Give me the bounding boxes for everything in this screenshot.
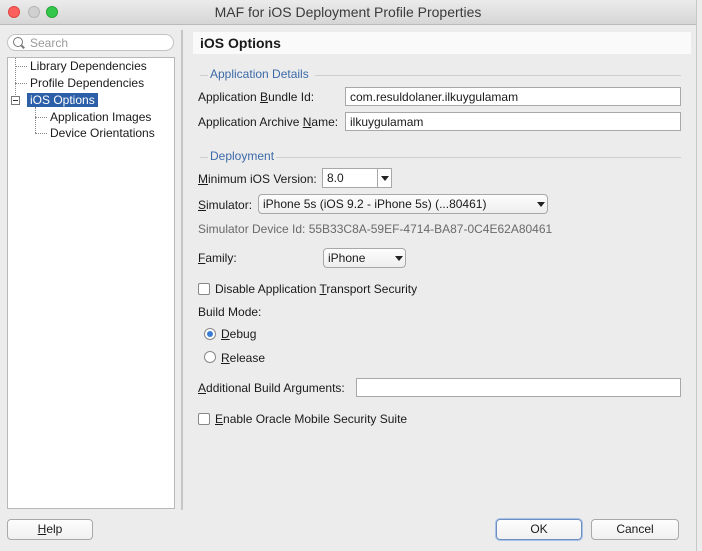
tree-connector: [15, 83, 27, 84]
disable-ats-label[interactable]: Disable Application Transport Security: [215, 282, 417, 296]
cancel-button[interactable]: Cancel: [591, 519, 679, 540]
section-rule: [200, 75, 208, 76]
section-rule: [276, 157, 681, 158]
tree-item-library-dependencies[interactable]: Library Dependencies: [30, 59, 147, 73]
search-icon: [13, 37, 23, 47]
tree-item-application-images[interactable]: Application Images: [50, 110, 151, 124]
section-heading-application-details: Application Details: [210, 67, 309, 81]
section-heading-deployment: Deployment: [210, 149, 275, 163]
panel-title: iOS Options: [193, 32, 691, 54]
simulator-device-id: Simulator Device Id: 55B33C8A-59EF-4714-…: [198, 222, 553, 236]
tree-connector: [15, 58, 16, 99]
release-label[interactable]: Release: [221, 351, 265, 365]
tree-connector: [35, 133, 47, 134]
search-input[interactable]: [30, 35, 170, 50]
min-ios-version-value: 8.0: [327, 171, 344, 185]
enable-omss-checkbox[interactable]: [198, 413, 210, 425]
navigation-tree: Library Dependencies Profile Dependencie…: [7, 57, 175, 509]
tree-connector: [35, 107, 36, 133]
tree-item-ios-options[interactable]: iOS Options: [27, 93, 98, 107]
disable-ats-checkbox[interactable]: [198, 283, 210, 295]
simulator-label: Simulator:: [198, 198, 253, 212]
min-ios-version-label: Minimum iOS Version:: [198, 172, 317, 186]
chevron-down-icon: [392, 249, 405, 267]
tree-item-device-orientations[interactable]: Device Orientations: [50, 126, 155, 140]
chevron-down-icon[interactable]: [377, 169, 391, 187]
title-bar: MAF for iOS Deployment Profile Propertie…: [0, 0, 696, 25]
help-button[interactable]: Help: [7, 519, 93, 540]
bundle-id-label: Application Bundle Id:: [198, 90, 315, 104]
simulator-value: iPhone 5s (iOS 9.2 - iPhone 5s) (...8046…: [263, 197, 487, 211]
family-label: Family:: [198, 251, 237, 265]
section-rule: [315, 75, 681, 76]
simulator-select[interactable]: iPhone 5s (iOS 9.2 - iPhone 5s) (...8046…: [258, 194, 548, 214]
archive-name-label: Application Archive Name:: [198, 115, 339, 129]
archive-name-field[interactable]: [345, 112, 681, 131]
search-box[interactable]: [7, 34, 174, 51]
collapse-toggle-icon[interactable]: [11, 96, 20, 105]
tree-connector: [15, 66, 27, 67]
debug-label[interactable]: Debug: [221, 327, 256, 341]
min-ios-version-combo[interactable]: 8.0: [322, 168, 392, 188]
debug-radio[interactable]: [204, 328, 216, 340]
bundle-id-field[interactable]: [345, 87, 681, 106]
ok-button[interactable]: OK: [496, 519, 582, 540]
section-rule: [200, 157, 208, 158]
tree-item-profile-dependencies[interactable]: Profile Dependencies: [30, 76, 144, 90]
window-title: MAF for iOS Deployment Profile Propertie…: [214, 4, 482, 20]
family-select[interactable]: iPhone: [323, 248, 406, 268]
chevron-down-icon: [534, 195, 547, 213]
enable-omss-label[interactable]: Enable Oracle Mobile Security Suite: [215, 412, 407, 426]
additional-build-args-label: Additional Build Arguments:: [198, 381, 345, 395]
additional-build-args-field[interactable]: [356, 378, 681, 397]
release-radio[interactable]: [204, 351, 216, 363]
pane-splitter[interactable]: [181, 30, 183, 510]
build-mode-label: Build Mode:: [198, 305, 262, 319]
tree-connector: [35, 117, 47, 118]
dialog-window: MAF for iOS Deployment Profile Propertie…: [0, 0, 697, 551]
family-value: iPhone: [328, 251, 366, 265]
